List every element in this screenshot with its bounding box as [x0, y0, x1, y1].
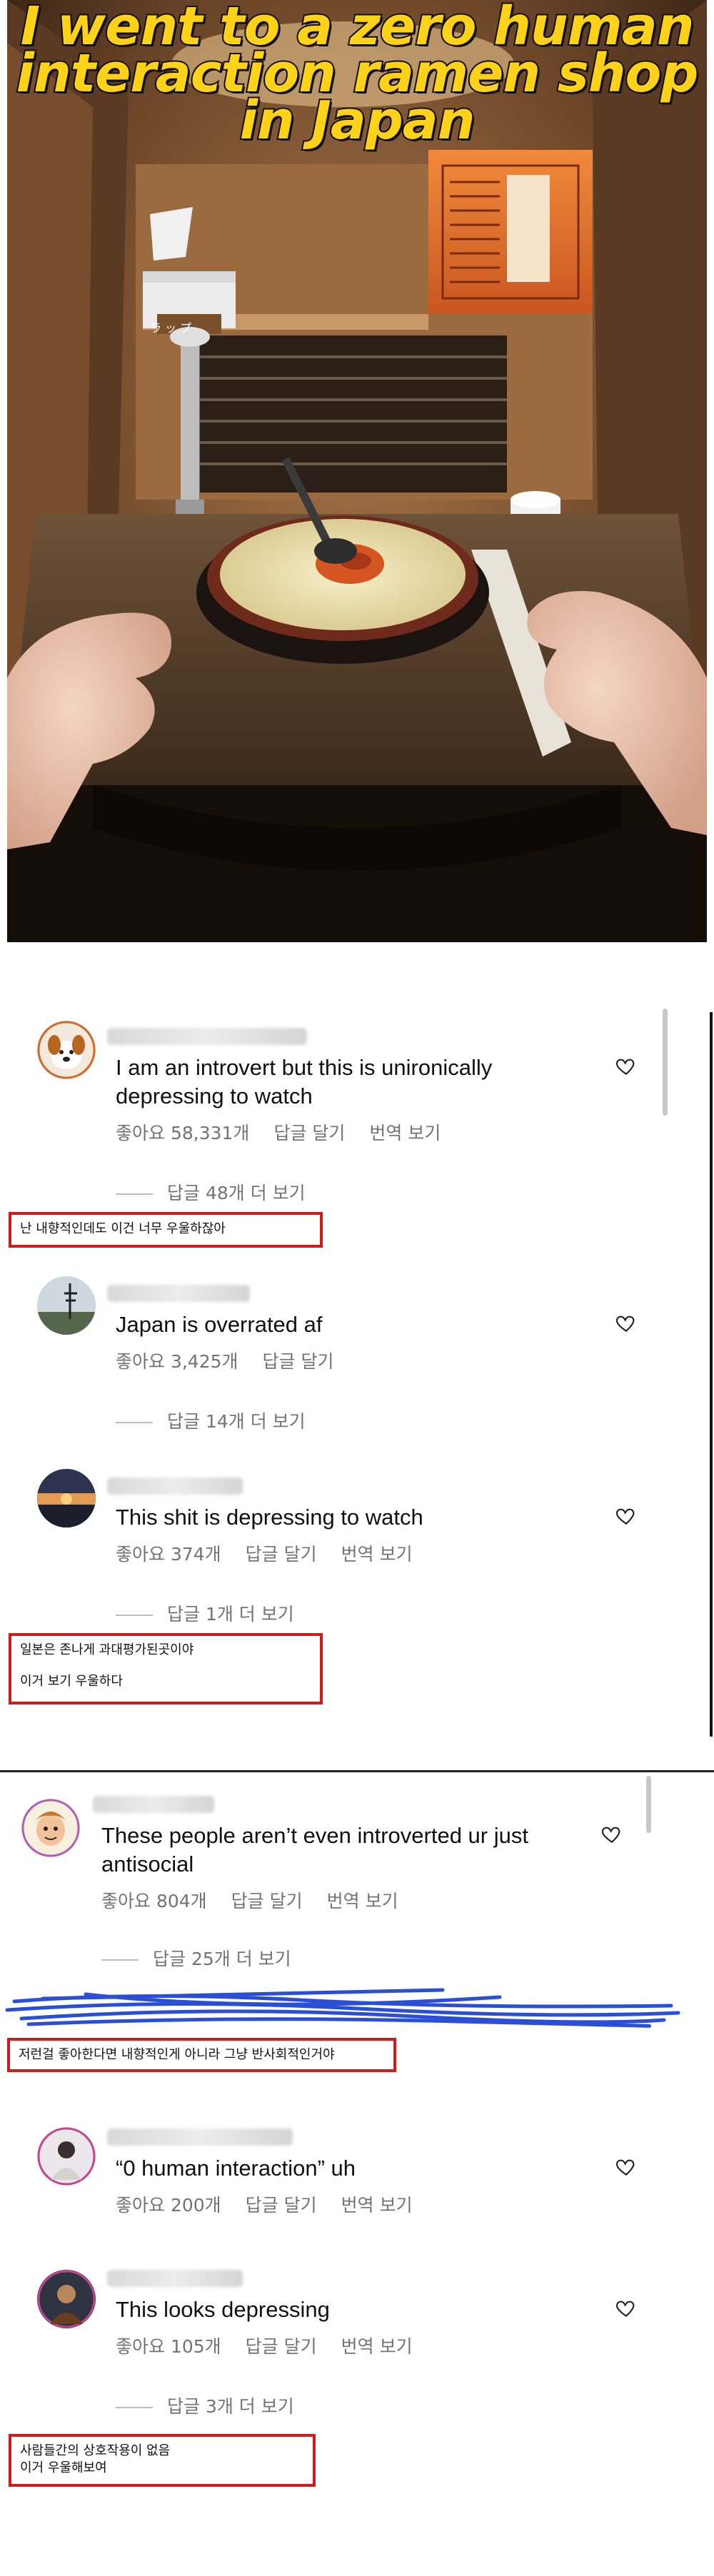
translation-text: 저런걸 좋아한다면 내향적인게 아니라 그냥 반사회적인거야: [19, 2047, 335, 2062]
translation-annotation: 사람들간의 상호작용이 없음 이거 우울해보여: [9, 2434, 316, 2487]
comments-panel-1[interactable]: I am an introvert but this is unironical…: [0, 969, 714, 1754]
view-more-replies[interactable]: 답글 3개 더 보기: [116, 2393, 294, 2418]
username-blurred[interactable]: [107, 2270, 243, 2287]
translation-text: 이거 보기 우울하다: [20, 1674, 123, 1689]
comment-item: This shit is depressing to watch 좋아요 374…: [0, 1462, 714, 1647]
like-count: 좋아요 374개: [116, 1544, 221, 1565]
avatar[interactable]: [21, 1799, 80, 1857]
like-count: 좋아요 58,331개: [116, 1123, 250, 1143]
comment-meta: 좋아요 58,331개 답글 달기 번역 보기: [116, 1119, 465, 1145]
translation-text: 난 내향적인데도 이건 너무 우울하잖아: [20, 1221, 226, 1236]
sunset-avatar-icon: [37, 1469, 96, 1527]
comment-meta: 좋아요 3,425개 답글 달기: [116, 1348, 358, 1373]
comment-text: “0 human interaction” uh: [116, 2156, 356, 2181]
avatar[interactable]: [37, 2270, 96, 2328]
comments-panel-2[interactable]: These people aren’t even introverted ur …: [0, 1770, 714, 2576]
reply-link[interactable]: 답글 달기: [246, 2336, 317, 2357]
comment-text: Japan is overrated af: [116, 1312, 323, 1337]
heart-outline-icon[interactable]: [614, 2297, 638, 2320]
heart-outline-icon[interactable]: [614, 2156, 638, 2178]
like-count: 좋아요 3,425개: [116, 1351, 238, 1372]
comment-meta: 좋아요 200개 답글 달기 번역 보기: [116, 2191, 437, 2217]
username-blurred[interactable]: [107, 1478, 243, 1495]
view-more-replies[interactable]: 답글 48개 더 보기: [116, 1179, 306, 1205]
comment-item: I am an introvert but this is unironical…: [0, 969, 714, 1226]
translation-text: 이거 우울해보여: [20, 2460, 107, 2475]
view-more-replies[interactable]: 답글 1개 더 보기: [116, 1600, 294, 1626]
avatar[interactable]: [37, 1021, 96, 1079]
comment-item: “0 human interaction” uh 좋아요 200개 답글 달기 번역…: [0, 2091, 714, 2220]
landscape-avatar-icon: [37, 1276, 96, 1335]
comment-text: I am an introvert but this is unironical…: [116, 1055, 493, 1108]
translate-link[interactable]: 번역 보기: [341, 1544, 413, 1565]
view-more-replies[interactable]: 답글 25개 더 보기: [101, 1945, 291, 1971]
like-count: 좋아요 105개: [116, 2336, 221, 2357]
comment-text: These people aren’t even introverted ur …: [101, 1823, 528, 1877]
video-thumbnail[interactable]: I went to a zero human interaction ramen…: [7, 0, 707, 969]
username-blurred[interactable]: [107, 1028, 307, 1045]
avatar[interactable]: [37, 1469, 96, 1527]
translation-text: 사람들간의 상호작용이 없음: [20, 2443, 171, 2458]
view-more-replies[interactable]: 답글 14개 더 보기: [116, 1408, 306, 1433]
tissue-box-label: ラ ッ プ: [150, 321, 192, 335]
comment-item: Japan is overrated af 좋아요 3,425개 답글 달기 답글…: [0, 1269, 714, 1448]
translate-link[interactable]: 번역 보기: [327, 1891, 398, 1911]
like-count: 좋아요 200개: [116, 2195, 221, 2216]
comment-item: These people aren’t even introverted ur …: [0, 1770, 714, 1984]
cartoon-avatar-icon: [21, 1799, 80, 1857]
reply-link[interactable]: 답글 달기: [246, 1544, 317, 1565]
comment-meta: 좋아요 374개 답글 달기 번역 보기: [116, 1540, 437, 1566]
portrait-avatar-icon: [37, 2127, 96, 2186]
reply-link[interactable]: 답글 달기: [273, 1123, 345, 1143]
comment-text: This looks depressing: [116, 2297, 330, 2322]
heart-outline-icon[interactable]: [614, 1505, 638, 1527]
dog-avatar-icon: [37, 1021, 96, 1079]
avatar[interactable]: [37, 2127, 96, 2186]
translation-annotation: 저런걸 좋아한다면 내향적인게 아니라 그냥 반사회적인거야: [7, 2038, 396, 2072]
comment-meta: 좋아요 105개 답글 달기 번역 보기: [116, 2333, 437, 2358]
like-count: 좋아요 804개: [101, 1891, 207, 1911]
username-blurred[interactable]: [107, 2128, 293, 2146]
heart-outline-icon[interactable]: [614, 1312, 638, 1335]
reply-link[interactable]: 답글 달기: [231, 1891, 303, 1911]
username-blurred[interactable]: [107, 1285, 250, 1302]
translate-link[interactable]: 번역 보기: [341, 2195, 413, 2216]
heart-outline-icon[interactable]: [614, 1055, 638, 1078]
translation-text: 일본은 존나게 과대평가된곳이야: [20, 1642, 194, 1657]
video-title-line-3: in Japan: [238, 90, 477, 151]
comment-text: This shit is depressing to watch: [116, 1505, 423, 1530]
comment-meta: 좋아요 804개 답글 달기 번역 보기: [101, 1887, 423, 1913]
translate-link[interactable]: 번역 보기: [369, 1123, 441, 1143]
avatar[interactable]: [37, 1276, 96, 1335]
reply-link[interactable]: 답글 달기: [263, 1351, 334, 1372]
comment-item: This looks depressing 좋아요 105개 답글 달기 번역 보기…: [0, 2227, 714, 2441]
heart-outline-icon[interactable]: [600, 1823, 624, 1846]
reply-link[interactable]: 답글 달기: [246, 2195, 317, 2216]
translate-link[interactable]: 번역 보기: [341, 2336, 413, 2357]
translation-annotation: 난 내향적인데도 이건 너무 우울하잖아: [9, 1212, 323, 1248]
scribble-redaction: [5, 1988, 680, 2028]
person-avatar-icon: [37, 2270, 96, 2328]
translation-annotation: 일본은 존나게 과대평가된곳이야 이거 보기 우울하다: [9, 1633, 323, 1704]
username-blurred[interactable]: [93, 1796, 214, 1813]
